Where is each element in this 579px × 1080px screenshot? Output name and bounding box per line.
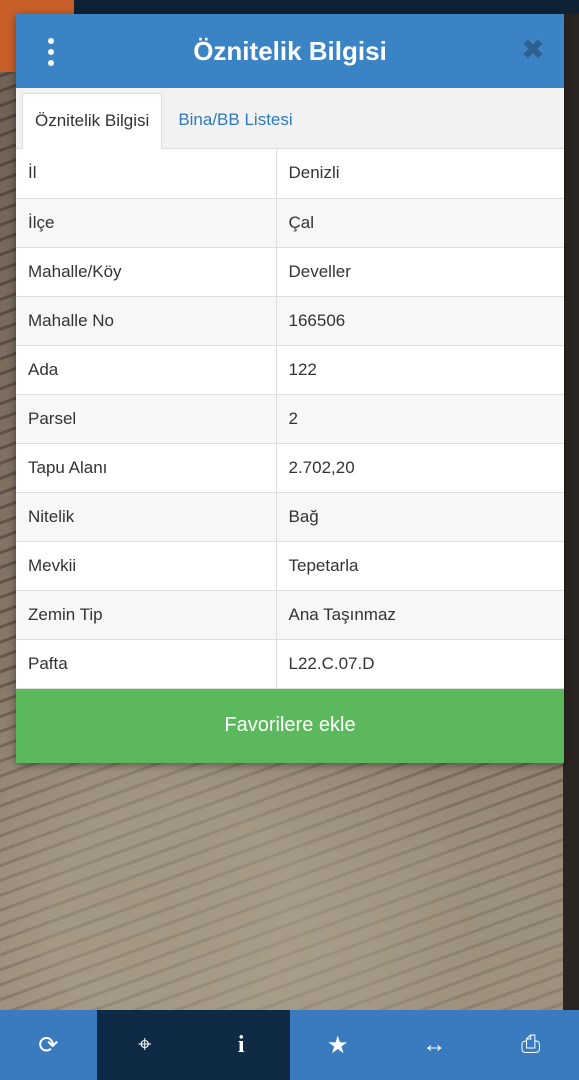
- attribute-key: İlçe: [16, 198, 277, 248]
- attribute-key: Tapu Alanı: [16, 443, 277, 493]
- attribute-key: Parsel: [16, 394, 277, 444]
- attribute-value: 2: [276, 394, 564, 444]
- attribute-value: Çal: [276, 198, 564, 248]
- map-edge: [563, 14, 579, 1014]
- table-row: Zemin Tip Ana Taşınmaz: [16, 590, 564, 640]
- table-row: Mahalle No 166506: [16, 296, 564, 346]
- table-row: Pafta L22.C.07.D: [16, 639, 564, 689]
- attribute-value: L22.C.07.D: [276, 639, 564, 689]
- table-row: İl Denizli: [16, 149, 564, 199]
- attribute-key: Nitelik: [16, 492, 277, 542]
- refresh-icon[interactable]: ⟳: [0, 1010, 97, 1080]
- attribute-value: Ana Taşınmaz: [276, 590, 564, 640]
- attribute-value: 122: [276, 345, 564, 395]
- print-icon[interactable]: ⎙: [482, 1010, 579, 1080]
- close-icon[interactable]: ✖: [520, 36, 546, 64]
- table-row: İlçe Çal: [16, 198, 564, 248]
- bottom-toolbar: ⟳ ⌖ i ★ ↔ ⎙: [0, 1010, 579, 1080]
- tab-attribute-info[interactable]: Öznitelik Bilgisi: [22, 93, 163, 149]
- attribute-table: İl Denizli İlçe Çal Mahalle/Köy Develler Mahal…: [16, 149, 564, 689]
- attribute-value: Develler: [276, 247, 564, 297]
- table-row: Mevkii Tepetarla: [16, 541, 564, 591]
- tab-building-list[interactable]: Bina/BB Listesi: [162, 92, 304, 148]
- table-row: Nitelik Bağ: [16, 492, 564, 542]
- attribute-value: Denizli: [276, 149, 564, 199]
- dialog-header: Öznitelik Bilgisi ✖: [16, 14, 564, 88]
- info-icon[interactable]: i: [193, 1010, 290, 1080]
- attribute-dialog: Öznitelik Bilgisi ✖ Öznitelik Bilgisi Bi…: [16, 14, 564, 763]
- attribute-value: Tepetarla: [276, 541, 564, 591]
- tab-bar: Öznitelik Bilgisi Bina/BB Listesi: [16, 88, 564, 149]
- attribute-key: Zemin Tip: [16, 590, 277, 640]
- attribute-key: Ada: [16, 345, 277, 395]
- attribute-key: Pafta: [16, 639, 277, 689]
- add-favorite-button[interactable]: Favorilere ekle: [16, 688, 564, 763]
- measure-arrows-icon[interactable]: ↔: [386, 1010, 483, 1080]
- table-row: Tapu Alanı 2.702,20: [16, 443, 564, 493]
- attribute-value: Bağ: [276, 492, 564, 542]
- star-icon[interactable]: ★: [289, 1010, 386, 1080]
- dialog-title: Öznitelik Bilgisi: [193, 35, 387, 66]
- table-row: Ada 122: [16, 345, 564, 395]
- attribute-key: Mevkii: [16, 541, 277, 591]
- map-top-bar: [74, 0, 579, 14]
- crosshair-icon[interactable]: ⌖: [96, 1010, 193, 1080]
- attribute-key: Mahalle No: [16, 296, 277, 346]
- attribute-value: 166506: [276, 296, 564, 346]
- attribute-value: 2.702,20: [276, 443, 564, 493]
- attribute-key: Mahalle/Köy: [16, 247, 277, 297]
- attribute-key: İl: [16, 149, 277, 199]
- vertical-dots-icon[interactable]: [44, 38, 58, 66]
- table-row: Mahalle/Köy Develler: [16, 247, 564, 297]
- table-row: Parsel 2: [16, 394, 564, 444]
